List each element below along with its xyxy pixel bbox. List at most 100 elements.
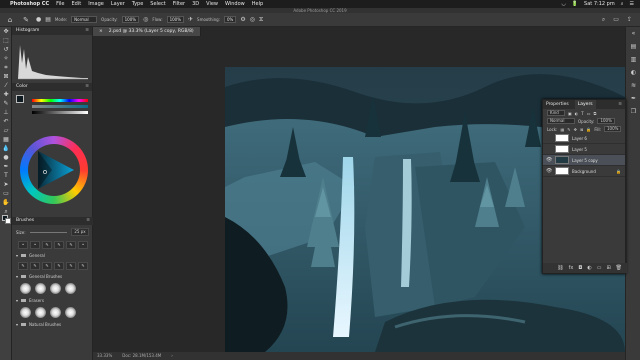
eraser-brush[interactable] — [20, 307, 31, 318]
brush-group-natural[interactable]: ▾ Natural Brushes — [12, 320, 93, 329]
adjustments-icon[interactable]: ◐ — [626, 66, 640, 79]
brush-group-general[interactable]: ▾ General — [12, 251, 93, 260]
brush-tool-preset-icon[interactable]: ✎ — [20, 15, 32, 25]
menu-image[interactable]: Image — [88, 0, 104, 8]
eye-icon[interactable]: 👁 — [546, 157, 552, 163]
lock-position-icon[interactable]: ✥ — [574, 127, 577, 132]
flow-field[interactable]: 100% — [166, 16, 185, 23]
document-tab[interactable]: × 2.psd @ 33.3% (Layer 5 copy, RGB/8) — [93, 27, 201, 36]
opacity-field[interactable]: 100% — [121, 16, 140, 23]
filter-adjustment-icon[interactable]: ◐ — [575, 111, 579, 116]
brush-preset[interactable]: ✎ — [54, 241, 64, 249]
lock-transparent-icon[interactable]: ▦ — [560, 127, 564, 132]
brush-preset[interactable]: ✎ — [78, 262, 88, 270]
brush-size-field[interactable]: 25 px — [71, 228, 89, 236]
panel-menu-icon[interactable]: ≡ — [618, 100, 622, 109]
home-icon[interactable]: ⌂ — [4, 15, 16, 25]
pen-tool-icon[interactable]: ✒ — [0, 162, 12, 171]
brush-preset[interactable]: ✎ — [42, 241, 52, 249]
brush-preset[interactable]: ✎ — [66, 262, 76, 270]
menu-layer[interactable]: Layer — [111, 0, 125, 8]
eraser-brush[interactable] — [65, 307, 76, 318]
type-tool-icon[interactable]: T — [0, 171, 12, 180]
symmetry-icon[interactable]: ⧖ — [259, 16, 263, 24]
brightness-slider[interactable] — [32, 111, 88, 114]
clock[interactable]: Sat 7:12 pm — [584, 0, 615, 8]
brush-settings-icon[interactable]: ▤ — [45, 16, 51, 23]
path-select-tool-icon[interactable]: ➤ — [0, 180, 12, 189]
menu-edit[interactable]: Edit — [72, 0, 82, 8]
layer-opacity-field[interactable]: 100% — [597, 118, 615, 124]
zoom-level[interactable]: 33.33% — [97, 352, 112, 360]
battery-icon[interactable]: 🔋 — [572, 0, 578, 8]
histogram-tab[interactable]: Histogram — [16, 27, 39, 35]
tab-close-icon[interactable]: × — [99, 27, 103, 36]
color-tab[interactable]: Color — [16, 83, 28, 91]
group-icon[interactable]: ▭ — [597, 265, 602, 271]
layer-row[interactable]: Layer 5 — [543, 144, 625, 155]
menu-photoshop[interactable]: Photoshop CC — [10, 0, 49, 8]
move-tool-icon[interactable]: ✥ — [0, 27, 12, 36]
search-icon[interactable]: ⌕ — [602, 16, 605, 24]
collapse-icon[interactable]: « — [626, 27, 640, 40]
saturation-slider[interactable] — [32, 105, 88, 108]
layer-row[interactable]: Layer 6 — [543, 133, 625, 144]
brush-group-general-brushes[interactable]: ▾ General Brushes — [12, 272, 93, 281]
brush-preset[interactable]: ✎ — [66, 241, 76, 249]
mode-select[interactable]: Normal — [71, 16, 98, 23]
brush-preset[interactable]: • — [18, 241, 28, 249]
mask-icon[interactable]: ◘ — [578, 265, 582, 271]
menu-type[interactable]: Type — [132, 0, 143, 8]
lock-pixels-icon[interactable]: ✎ — [567, 127, 570, 132]
trash-icon[interactable]: 🗑 — [616, 265, 622, 271]
kind-filter[interactable]: Kind — [547, 110, 565, 116]
soft-round-brush[interactable] — [20, 283, 31, 294]
brush-preset[interactable]: • — [30, 241, 40, 249]
lock-artboard-icon[interactable]: ⊠ — [580, 127, 583, 132]
libraries-icon[interactable]: ▥ — [626, 53, 640, 66]
filter-pixel-icon[interactable]: ▣ — [568, 111, 572, 116]
lasso-tool-icon[interactable]: ↺ — [0, 45, 12, 54]
panel-menu-icon[interactable]: ≡ — [85, 27, 89, 35]
tab-layers[interactable]: Layers — [574, 100, 596, 109]
brush-size-icon[interactable]: ● — [36, 16, 41, 23]
brush-group-erasers[interactable]: ▾ Erasers — [12, 296, 93, 305]
pressure-opacity-icon[interactable]: ◎ — [143, 16, 148, 23]
color-fg-swatch[interactable] — [16, 95, 24, 103]
menu-select[interactable]: Select — [150, 0, 165, 8]
crop-tool-icon[interactable]: ⌗ — [0, 63, 12, 72]
shape-tool-icon[interactable]: ▭ — [0, 189, 12, 198]
dodge-tool-icon[interactable]: ● — [0, 153, 12, 162]
hard-round-pressure-brush[interactable] — [65, 283, 76, 294]
eraser-brush[interactable] — [50, 307, 61, 318]
quick-select-tool-icon[interactable]: ✧ — [0, 54, 12, 63]
menu-view[interactable]: View — [206, 0, 218, 8]
layer-name[interactable]: Layer 5 copy — [572, 158, 598, 163]
fx-icon[interactable]: fx — [569, 265, 574, 271]
fill-field[interactable]: 100% — [604, 126, 622, 132]
layer-row[interactable]: 👁 Background 🔒 — [543, 166, 625, 177]
layers-icon[interactable]: ❐ — [626, 105, 640, 118]
gradient-tool-icon[interactable]: ▦ — [0, 135, 12, 144]
menu-3d[interactable]: 3D — [192, 0, 199, 8]
brush-tool-icon[interactable]: ✎ — [0, 99, 12, 108]
adjustment-layer-icon[interactable]: ◐ — [587, 265, 591, 271]
brushes-tab[interactable]: Brushes — [16, 217, 34, 225]
share-icon[interactable]: ⇪ — [627, 16, 632, 24]
eraser-brush[interactable] — [35, 307, 46, 318]
eye-icon[interactable]: 👁 — [546, 168, 552, 174]
stamp-tool-icon[interactable]: ⊥ — [0, 108, 12, 117]
hard-round-brush[interactable] — [35, 283, 46, 294]
menu-help[interactable]: Help — [252, 0, 263, 8]
eyedropper-tool-icon[interactable]: ⁄ — [0, 81, 12, 90]
panel-menu-icon[interactable]: ≡ — [86, 217, 90, 225]
background-color-swatch[interactable] — [5, 218, 11, 224]
brush-preset[interactable]: ✎ — [42, 262, 52, 270]
hand-tool-icon[interactable]: ✋ — [0, 198, 12, 207]
layer-name[interactable]: Layer 5 — [572, 147, 587, 152]
lock-all-icon[interactable]: 🔒 — [586, 127, 591, 132]
filter-shape-icon[interactable]: ▭ — [587, 111, 591, 116]
airbrush-icon[interactable]: ✈ — [188, 16, 193, 23]
smoothing-options-icon[interactable]: ⚙ — [240, 16, 245, 23]
layer-name[interactable]: Layer 6 — [572, 136, 587, 141]
